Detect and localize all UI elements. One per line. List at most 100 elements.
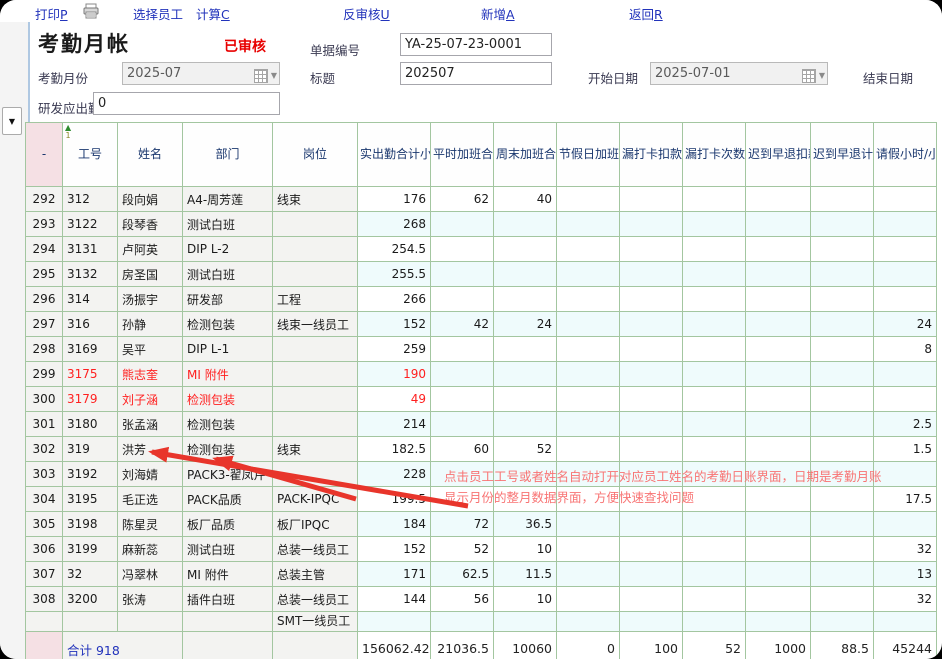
cell-late-early-fine bbox=[746, 312, 811, 337]
cell-employee-name[interactable]: 房圣国 bbox=[118, 262, 183, 287]
cell-employee-id[interactable]: 316 bbox=[63, 312, 118, 337]
cell-row-number[interactable]: 305 bbox=[26, 512, 63, 537]
cell-row-number[interactable]: 297 bbox=[26, 312, 63, 337]
cell-employee-name[interactable]: 段琴香 bbox=[118, 212, 183, 237]
cell-employee-id[interactable]: 3180 bbox=[63, 412, 118, 437]
cell-row-number[interactable]: 298 bbox=[26, 337, 63, 362]
cell-late-early-absent-hours bbox=[811, 337, 874, 362]
cell-late-early-fine bbox=[746, 412, 811, 437]
cell-late-early-fine bbox=[746, 337, 811, 362]
cell-employee-id[interactable]: 312 bbox=[63, 187, 118, 212]
cell-row-number[interactable]: 303 bbox=[26, 462, 63, 487]
toolbar-link-return[interactable]: 返回R bbox=[629, 4, 663, 23]
cell-actual-hours: 182.5 bbox=[358, 437, 431, 462]
cell-employee-id[interactable]: 32 bbox=[63, 562, 118, 587]
cell-employee-name[interactable]: 洪芳 bbox=[118, 437, 183, 462]
cell-employee-id[interactable]: 3199 bbox=[63, 537, 118, 562]
cell-employee-id[interactable]: 314 bbox=[63, 287, 118, 312]
cell-employee-id[interactable]: 3195 bbox=[63, 487, 118, 512]
toolbar-link-select-employee[interactable]: 选择员工 bbox=[133, 4, 183, 23]
collapse-panel-button[interactable]: ▼ bbox=[2, 107, 22, 135]
cell-row-number[interactable]: 294 bbox=[26, 237, 63, 262]
column-header-row-number[interactable]: - bbox=[26, 123, 63, 187]
cell-row-number[interactable]: 304 bbox=[26, 487, 63, 512]
cell-row-number[interactable]: 302 bbox=[26, 437, 63, 462]
cell-employee-name[interactable]: 刘海婧 bbox=[118, 462, 183, 487]
chevron-down-icon[interactable]: ▼ bbox=[819, 65, 825, 86]
cell-employee-id[interactable]: 3122 bbox=[63, 212, 118, 237]
cell-missed-punch-fine bbox=[620, 362, 683, 387]
toolbar-link-print[interactable]: 打印P bbox=[35, 4, 68, 23]
cell-row-number[interactable]: 293 bbox=[26, 212, 63, 237]
cell-row-number[interactable]: 306 bbox=[26, 537, 63, 562]
printer-icon[interactable] bbox=[82, 3, 100, 22]
column-header-position[interactable]: 岗位 bbox=[273, 123, 358, 187]
cell-employee-name[interactable]: 孙静 bbox=[118, 312, 183, 337]
cell-row-number[interactable]: 307 bbox=[26, 562, 63, 587]
column-header-leave-hours[interactable]: 请假小时/小时 bbox=[874, 123, 937, 187]
cell-late-early-fine bbox=[746, 587, 811, 612]
cell-actual-hours: 259 bbox=[358, 337, 431, 362]
cell-employee-name[interactable]: 熊志奎 bbox=[118, 362, 183, 387]
cell-employee-id[interactable]: 319 bbox=[63, 437, 118, 462]
cell-missed-punch-fine bbox=[620, 612, 683, 632]
cell-employee-name[interactable]: 刘子涵 bbox=[118, 387, 183, 412]
cell-actual-hours bbox=[358, 612, 431, 632]
total-leave-hours: 45244 bbox=[874, 632, 937, 659]
cell-employee-id[interactable]: 3179 bbox=[63, 387, 118, 412]
cell-missed-punch-fine bbox=[620, 387, 683, 412]
cell-department: A4-周芳莲 bbox=[183, 187, 273, 212]
cell-employee-id[interactable]: 3131 bbox=[63, 237, 118, 262]
cell-employee-name[interactable]: 毛正选 bbox=[118, 487, 183, 512]
column-header-late-early-fine[interactable]: 迟到早退扣款合计/元 bbox=[746, 123, 811, 187]
cell-employee-id[interactable]: 3175 bbox=[63, 362, 118, 387]
cell-employee-name[interactable]: 卢阿英 bbox=[118, 237, 183, 262]
cell-row-number[interactable]: 301 bbox=[26, 412, 63, 437]
cell-missed-punch-count bbox=[683, 412, 746, 437]
start-date-picker[interactable]: 2025-07-01 ▼ bbox=[650, 62, 828, 85]
cell-row-number[interactable]: 295 bbox=[26, 262, 63, 287]
column-header-weekend-ot-hours[interactable]: 周末加班合计小时数 bbox=[494, 123, 557, 187]
cell-holiday-ot-hours bbox=[557, 562, 620, 587]
caption-input[interactable]: 202507 bbox=[400, 62, 552, 85]
cell-employee-name[interactable]: 张孟涵 bbox=[118, 412, 183, 437]
cell-employee-name[interactable]: 冯翠林 bbox=[118, 562, 183, 587]
table-row: 302319洪芳检测包装线束182.560521.5 bbox=[26, 437, 937, 462]
cell-employee-name[interactable]: 吴平 bbox=[118, 337, 183, 362]
cell-employee-id[interactable]: 3169 bbox=[63, 337, 118, 362]
doc-no-input[interactable]: YA-25-07-23-0001 bbox=[400, 33, 552, 56]
column-header-employee-id[interactable]: 工号▲1 bbox=[63, 123, 118, 187]
cell-employee-name[interactable]: 陈星灵 bbox=[118, 512, 183, 537]
column-header-weekday-ot-hours[interactable]: 平时加班合计小时数 bbox=[431, 123, 494, 187]
chevron-down-icon[interactable]: ▼ bbox=[271, 65, 277, 86]
cell-employee-name[interactable]: 麻新蕊 bbox=[118, 537, 183, 562]
month-value: 2025-07 bbox=[127, 66, 181, 81]
column-header-department[interactable]: 部门 bbox=[183, 123, 273, 187]
toolbar-link-add-new[interactable]: 新增A bbox=[481, 4, 515, 23]
cell-employee-id[interactable]: 3132 bbox=[63, 262, 118, 287]
column-header-employee-name[interactable]: 姓名 bbox=[118, 123, 183, 187]
column-header-actual-hours[interactable]: 实出勤合计小时数 bbox=[358, 123, 431, 187]
cell-row-number[interactable]: 308 bbox=[26, 587, 63, 612]
cell-employee-name[interactable]: 段向娟 bbox=[118, 187, 183, 212]
cell-employee-id[interactable]: 3198 bbox=[63, 512, 118, 537]
month-picker[interactable]: 2025-07 ▼ bbox=[122, 62, 280, 85]
cell-row-number[interactable]: 300 bbox=[26, 387, 63, 412]
column-header-holiday-ot-hours[interactable]: 节假日加班合计小时数 bbox=[557, 123, 620, 187]
cell-department bbox=[183, 632, 273, 659]
column-header-late-early-absent-hours[interactable]: 迟到早退计缺勤小时 bbox=[811, 123, 874, 187]
toolbar-link-unaudit[interactable]: 反审核U bbox=[343, 4, 390, 23]
column-header-missed-punch-count[interactable]: 漏打卡次数/次数 bbox=[683, 123, 746, 187]
toolbar-link-calculate[interactable]: 计算C bbox=[196, 4, 230, 23]
cell-employee-name[interactable]: 汤振宇 bbox=[118, 287, 183, 312]
cell-employee-id[interactable]: 3192 bbox=[63, 462, 118, 487]
cell-employee-id[interactable]: 3200 bbox=[63, 587, 118, 612]
cell-position bbox=[273, 362, 358, 387]
cell-employee-name[interactable]: 张涛 bbox=[118, 587, 183, 612]
cell-row-number[interactable]: 299 bbox=[26, 362, 63, 387]
cell-row-number[interactable]: 292 bbox=[26, 187, 63, 212]
cell-actual-hours: 176 bbox=[358, 187, 431, 212]
column-header-missed-punch-fine[interactable]: 漏打卡扣款/元 bbox=[620, 123, 683, 187]
rd-attendance-input[interactable]: 0 bbox=[93, 92, 280, 115]
cell-row-number[interactable]: 296 bbox=[26, 287, 63, 312]
